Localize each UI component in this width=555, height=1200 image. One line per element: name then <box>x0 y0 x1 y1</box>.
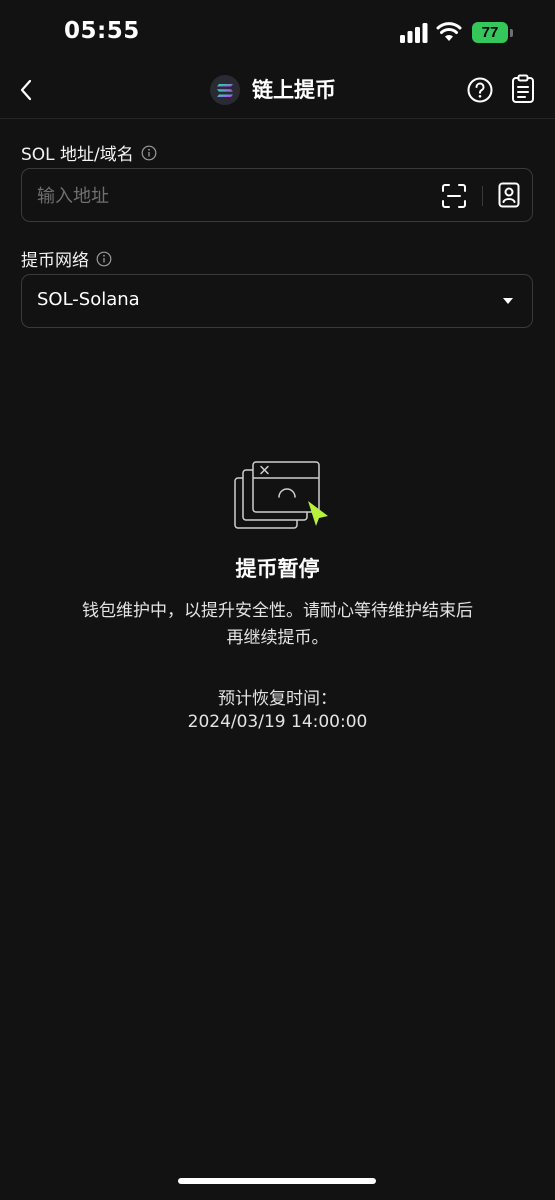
address-input[interactable] <box>22 169 439 223</box>
contact-book-icon[interactable] <box>498 182 520 208</box>
page-title: 链上提币 <box>252 78 336 102</box>
address-label: SOL 地址/域名 <box>21 145 134 165</box>
question-circle-icon[interactable] <box>466 76 494 104</box>
eta-label: 预计恢复时间： <box>218 689 337 709</box>
maintenance-illustration-icon <box>234 461 328 529</box>
info-icon[interactable] <box>96 251 112 267</box>
maintenance-description: 钱包维护中，以提升安全性。请耐心等待维护结束后再继续提币。 <box>82 601 473 648</box>
scan-icon[interactable] <box>441 183 467 209</box>
solana-stripes-icon <box>217 83 233 97</box>
cellular-signal-icon <box>400 23 428 43</box>
address-label-group: SOL 地址/域名 <box>21 140 157 165</box>
input-divider <box>482 186 483 206</box>
home-indicator[interactable] <box>178 1178 376 1184</box>
caret-down-icon <box>503 298 513 304</box>
clipboard-icon[interactable] <box>511 74 535 104</box>
battery-icon: 77 <box>472 22 514 44</box>
status-bar: 05:55 77 <box>0 0 555 64</box>
status-time: 05:55 <box>64 18 140 44</box>
chevron-left-icon[interactable] <box>14 76 42 104</box>
maintenance-title: 提币暂停 <box>235 557 320 581</box>
network-label: 提币网络 <box>21 251 89 271</box>
info-icon[interactable] <box>141 145 157 161</box>
title-group: 链上提币 <box>210 72 336 108</box>
battery-tip <box>510 29 513 37</box>
address-input-box <box>21 168 533 223</box>
network-label-group: 提币网络 <box>21 246 112 271</box>
wifi-icon <box>436 22 462 41</box>
battery-level: 77 <box>472 22 508 43</box>
network-selected-value: SOL-Solana <box>37 289 140 310</box>
top-nav: 链上提币 <box>0 64 555 119</box>
solana-logo-icon <box>210 75 240 105</box>
network-select[interactable]: SOL-Solana <box>21 274 533 328</box>
eta-value: 2024/03/19 14:00:00 <box>187 712 368 732</box>
